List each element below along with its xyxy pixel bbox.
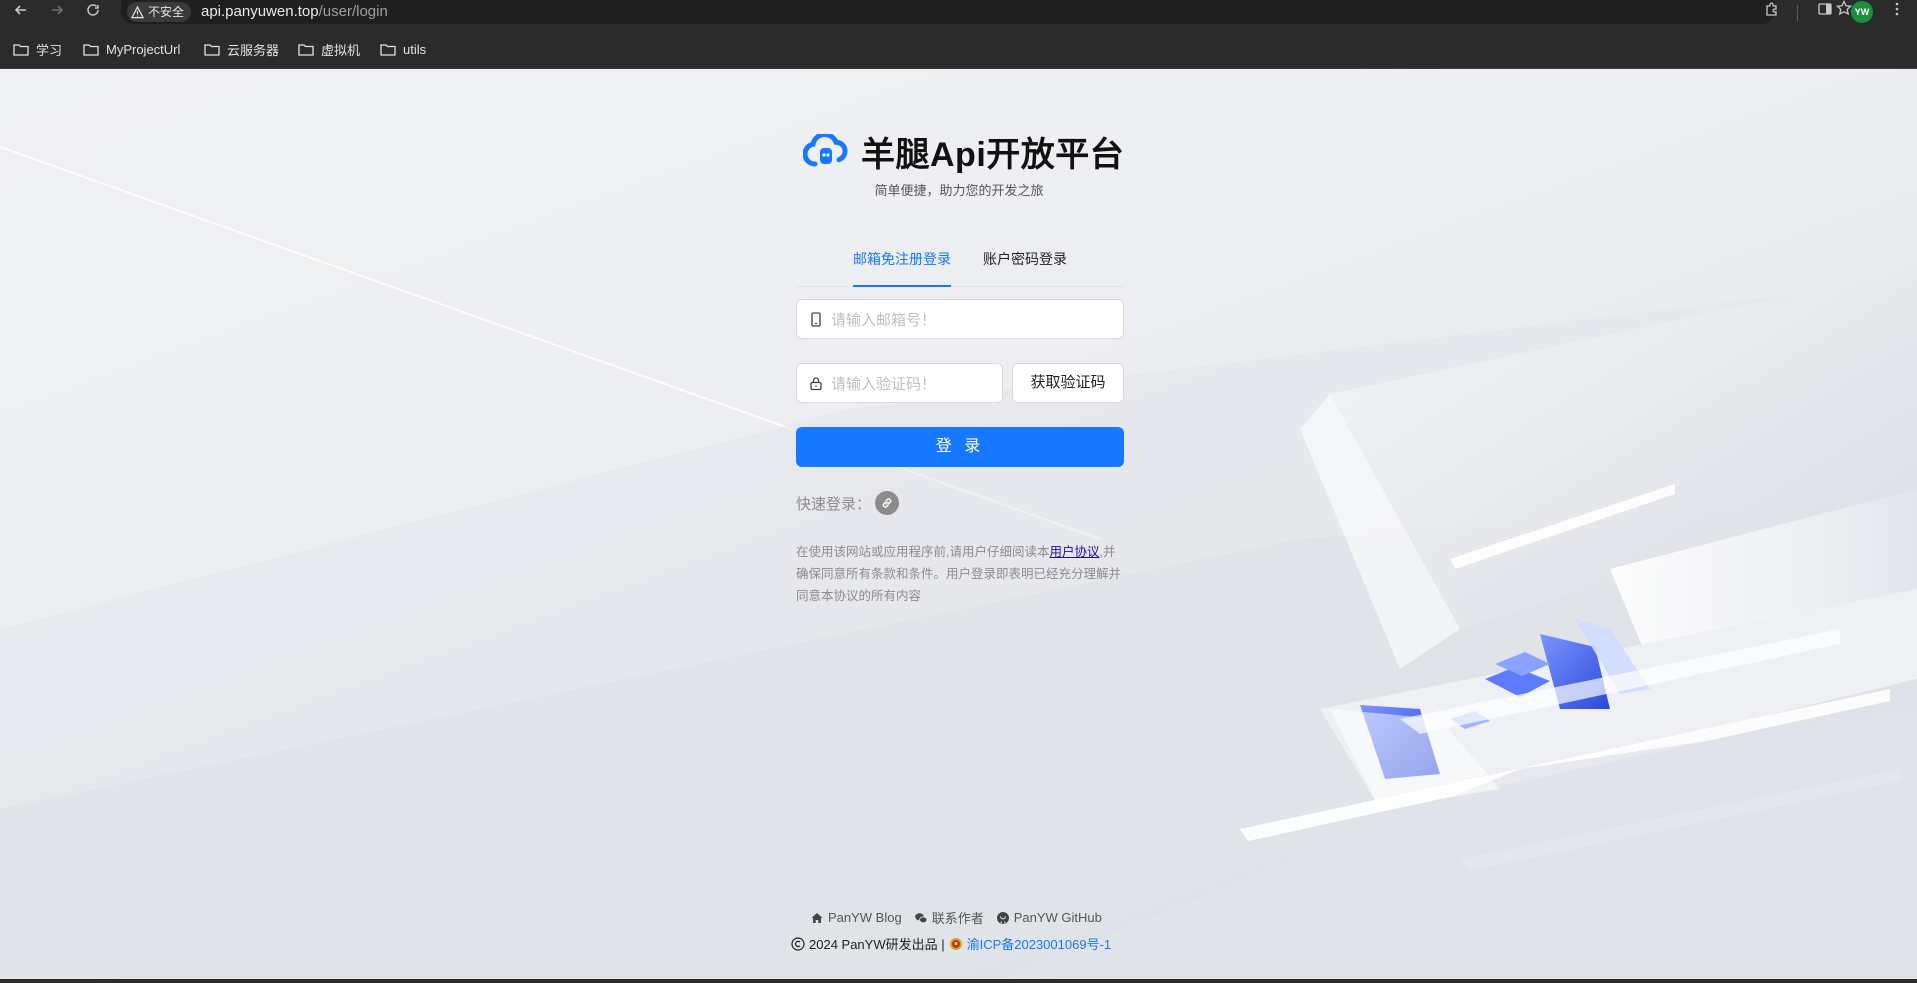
forward-arrow-icon[interactable] — [45, 2, 69, 26]
copyright-line: 2024 PanYW研发出品 | 渝ICP备2023001069号-1 — [791, 934, 1111, 953]
brand-slogan: 简单便捷，助力您的开发之旅 — [874, 183, 1044, 198]
mobile-icon — [811, 311, 821, 327]
login-page: 羊腿Api开放平台 简单便捷，助力您的开发之旅 邮箱免注册登录 账户密码登录 请… — [0, 69, 1917, 979]
home-icon — [811, 912, 823, 923]
browser-toolbar: 不安全 api.panyuwen.top/user/login YW — [0, 0, 1917, 28]
bookmark-folder[interactable]: 云服务器 — [204, 39, 279, 59]
extensions-icon[interactable] — [1760, 1, 1784, 25]
window-bottom-edge — [0, 979, 1917, 983]
tab-email-login[interactable]: 邮箱免注册登录 — [853, 247, 951, 287]
security-chip[interactable]: 不安全 — [127, 2, 192, 22]
bookmark-folder[interactable]: utils — [380, 39, 426, 59]
bookmark-label: MyProjectUrl — [106, 41, 181, 57]
folder-icon — [298, 43, 314, 56]
link-icon[interactable] — [875, 491, 900, 515]
background-illustration — [0, 146, 1917, 979]
brand-title: 羊腿Api开放平台 — [861, 136, 1125, 174]
bookmark-folder[interactable]: MyProjectUrl — [83, 39, 180, 59]
email-placeholder: 请输入邮箱号！ — [831, 311, 937, 329]
lock-icon — [810, 376, 822, 390]
get-code-button[interactable]: 获取验证码 — [1012, 363, 1124, 403]
email-field[interactable]: 请输入邮箱号！ — [796, 299, 1124, 339]
url-path: /user/login — [318, 3, 388, 20]
code-field[interactable]: 请输入验证码！ — [796, 363, 1003, 403]
footer-blog-link[interactable]: PanYW Blog — [810, 908, 902, 927]
bookmark-label: 学习 — [36, 42, 63, 58]
bookmark-folder[interactable]: 学习 — [13, 39, 62, 59]
side-panel-icon[interactable] — [1813, 1, 1837, 25]
footer-contact-label: 联系作者 — [931, 911, 984, 926]
toolbar-separator — [1797, 5, 1798, 21]
security-label: 不安全 — [148, 5, 185, 19]
brand-header: 羊腿Api开放平台 — [803, 127, 1124, 176]
cloud-logo-icon — [803, 133, 848, 166]
footer-blog-label: PanYW Blog — [828, 910, 902, 925]
login-tabs: 邮箱免注册登录 账户密码登录 — [797, 247, 1124, 287]
tab-password-login[interactable]: 账户密码登录 — [983, 247, 1067, 287]
url-text[interactable]: api.panyuwen.top/user/login — [201, 2, 388, 22]
wechat-icon — [914, 912, 928, 923]
bookmark-label: 云服务器 — [227, 42, 280, 58]
warning-icon — [131, 5, 144, 18]
folder-icon — [13, 43, 29, 56]
folder-icon — [204, 43, 220, 56]
address-bar[interactable]: 不安全 api.panyuwen.top/user/login — [121, 0, 1853, 24]
login-button[interactable]: 登 录 — [796, 427, 1124, 467]
copyright-text: 2024 PanYW研发出品 | — [809, 937, 945, 952]
profile-avatar[interactable]: YW — [1851, 1, 1873, 23]
url-host: api.panyuwen.top — [201, 3, 319, 20]
quick-login-label: 快速登录： — [796, 495, 872, 513]
reload-icon[interactable] — [81, 2, 105, 26]
footer-github-label: PanYW GitHub — [1013, 910, 1102, 925]
icp-link[interactable]: 渝ICP备2023001069号-1 — [967, 934, 1112, 953]
police-badge-icon — [949, 937, 962, 950]
bookmark-label: 虚拟机 — [321, 42, 361, 58]
footer-github-link[interactable]: PanYW GitHub — [996, 908, 1102, 927]
footer-links: PanYW Blog 联系作者 PanYW GitHub — [810, 908, 1102, 927]
back-arrow-icon[interactable] — [9, 2, 33, 26]
agreement-text-before: 在使用该网站或应用程序前,请用户仔细阅读本 — [796, 545, 1050, 559]
footer-contact-link[interactable]: 联系作者 — [914, 908, 984, 927]
menu-icon[interactable] — [1885, 1, 1909, 25]
bookmark-folder[interactable]: 虚拟机 — [298, 39, 360, 59]
user-agreement-link[interactable]: 用户协议 — [1049, 545, 1099, 559]
folder-icon — [380, 43, 396, 56]
bookmarks-bar: 学习 MyProjectUrl 云服务器 虚拟机 utils — [0, 28, 1917, 69]
agreement-text: 在使用该网站或应用程序前,请用户仔细阅读本用户协议,并确保同意所有条款和条件。用… — [796, 541, 1126, 607]
github-icon — [996, 911, 1009, 924]
code-placeholder: 请输入验证码！ — [831, 375, 937, 393]
quick-login: 快速登录： — [796, 491, 900, 515]
folder-icon — [83, 43, 99, 56]
bookmark-label: utils — [403, 41, 427, 57]
copyright-icon — [791, 936, 805, 951]
